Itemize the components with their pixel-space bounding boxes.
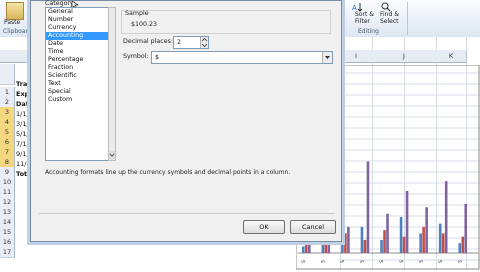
bar-series3 xyxy=(366,161,370,253)
x-tick-label: $ xyxy=(418,260,424,263)
bar-series3 xyxy=(425,207,428,253)
symbol-value: $ xyxy=(155,54,160,61)
find-select-button[interactable]: Find & Select xyxy=(380,11,399,25)
category-item[interactable]: Scientific xyxy=(46,72,109,80)
cancel-button[interactable]: Cancel xyxy=(290,220,336,234)
x-tick-label: $ xyxy=(301,260,307,263)
symbol-label: Symbol: xyxy=(123,53,149,60)
category-item[interactable]: Custom xyxy=(46,96,109,104)
bar-series1 xyxy=(458,243,462,253)
format-description: Accounting formats line up the currency … xyxy=(45,169,291,176)
paste-icon[interactable] xyxy=(6,2,24,20)
dialog-divider xyxy=(39,213,335,214)
bar-series1 xyxy=(419,233,422,253)
decimal-spinner[interactable] xyxy=(200,37,208,48)
format-cells-dialog: Category: General Number Currency Accountin… xyxy=(30,0,342,242)
decimal-places-label: Decimal places: xyxy=(123,38,174,45)
category-item[interactable]: Fraction xyxy=(46,64,109,72)
row-header-top-filler xyxy=(0,64,15,85)
sample-value: $100.23 xyxy=(131,21,158,28)
bar-series2 xyxy=(441,233,445,253)
category-scrollbar[interactable] xyxy=(108,7,116,161)
category-item[interactable]: Percentage xyxy=(46,56,109,64)
symbol-select[interactable]: $ xyxy=(151,51,333,64)
bar-series2 xyxy=(344,233,347,253)
bar-series2 xyxy=(422,226,425,253)
x-tick-label: $ xyxy=(321,260,327,263)
x-tick-label: $ xyxy=(399,260,405,263)
bar-series3 xyxy=(464,204,468,253)
paste-button[interactable]: Paste xyxy=(4,19,20,26)
clipboard-group-label: Clipboard xyxy=(3,28,32,35)
bar-series3 xyxy=(347,226,350,253)
ribbon-divider xyxy=(407,2,408,35)
bar-series2 xyxy=(402,236,406,253)
category-list[interactable]: General Number Currency Accounting Date Time P… xyxy=(45,7,110,161)
category-item[interactable]: General xyxy=(46,8,109,16)
x-tick-label: $ xyxy=(360,260,366,263)
bar-series1 xyxy=(438,223,442,253)
category-item[interactable]: Accounting xyxy=(46,32,109,40)
x-tick-label: $ xyxy=(340,260,346,263)
decimal-places-input[interactable]: 2 xyxy=(173,36,209,49)
bar-series3 xyxy=(405,190,409,253)
ok-button[interactable]: OK xyxy=(243,220,285,234)
category-item[interactable]: Text xyxy=(46,80,109,88)
bar-series3 xyxy=(386,213,389,253)
category-item[interactable]: Date xyxy=(46,40,109,48)
editing-group-label: Editing xyxy=(358,28,379,35)
bar-series2 xyxy=(363,239,367,253)
bar-series1 xyxy=(302,246,305,253)
bar-series3 xyxy=(444,181,448,253)
category-item[interactable]: Number xyxy=(46,16,109,24)
cell-a8[interactable]: 11/1 xyxy=(16,160,31,168)
bar-series1 xyxy=(399,217,403,253)
category-item[interactable]: Currency xyxy=(46,24,109,32)
column-header-strip-left xyxy=(0,50,30,63)
bar-series2 xyxy=(383,230,386,253)
x-tick-label: $ xyxy=(438,260,444,263)
x-tick-label: $ xyxy=(457,260,463,263)
sort-filter-button[interactable]: Sort & Filter xyxy=(355,11,374,25)
bar-series1 xyxy=(360,226,364,253)
scroll-down-arrow[interactable] xyxy=(109,151,115,159)
category-item[interactable]: Special xyxy=(46,88,109,96)
category-item[interactable]: Time xyxy=(46,48,109,56)
x-tick-label: $ xyxy=(379,260,385,263)
sample-label: Sample xyxy=(125,10,149,17)
bar-series1 xyxy=(380,239,383,253)
chevron-down-icon[interactable] xyxy=(322,52,332,63)
bar-series2 xyxy=(324,243,328,253)
bar-series2 xyxy=(461,236,465,253)
decimal-places-value: 2 xyxy=(177,39,182,46)
row-header[interactable]: 17 xyxy=(0,247,15,258)
